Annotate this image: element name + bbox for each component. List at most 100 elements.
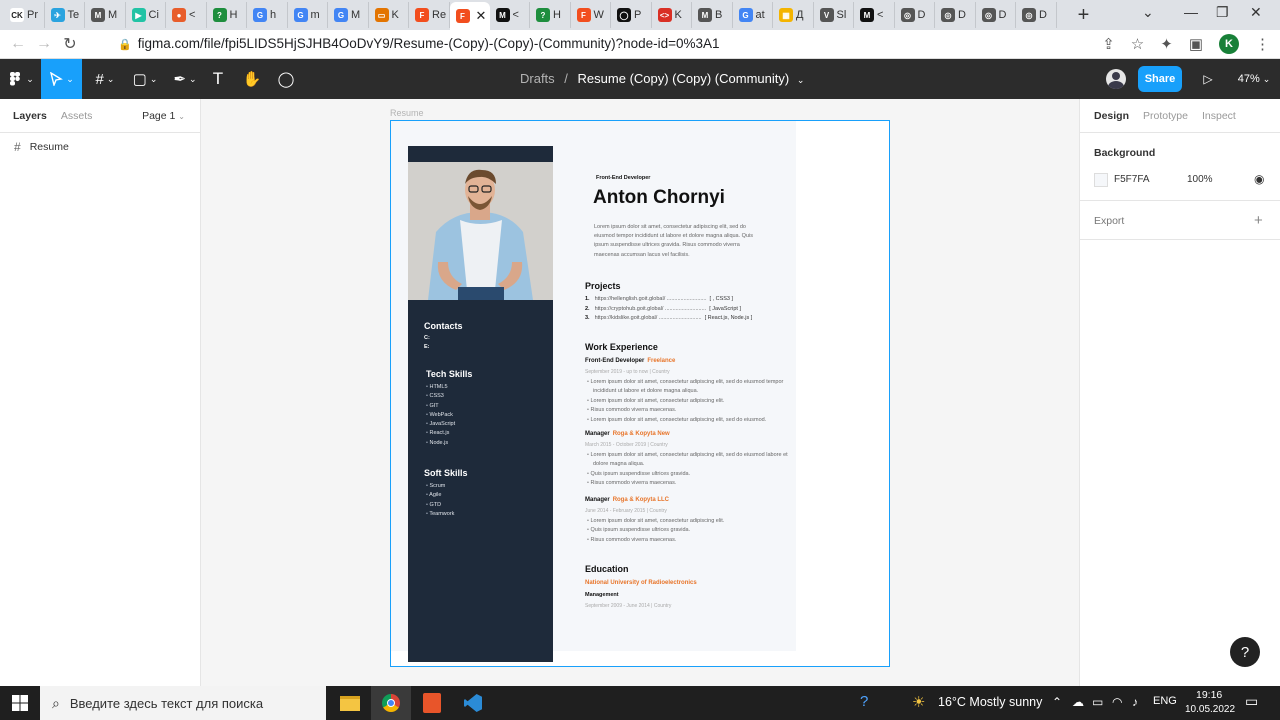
browser-menu-icon[interactable]: ⋮: [1255, 35, 1270, 53]
browser-tab[interactable]: ◎ D: [935, 2, 976, 28]
battery-icon[interactable]: ▭: [1092, 695, 1103, 709]
reload-icon[interactable]: ↻: [57, 34, 83, 54]
browser-tab[interactable]: ? H: [530, 2, 571, 28]
share-page-icon[interactable]: ⇪: [1102, 35, 1115, 53]
side-panel-icon[interactable]: ▣: [1189, 35, 1203, 53]
chrome-icon[interactable]: [371, 686, 411, 720]
chevron-down-icon[interactable]: ⌄: [797, 75, 805, 85]
taskbar-search[interactable]: ⌕ Введите здесь текст для поиска: [40, 686, 326, 720]
language-indicator[interactable]: ENG: [1153, 695, 1177, 707]
extensions-icon[interactable]: ✦: [1160, 35, 1173, 53]
zoom-menu[interactable]: 47% ⌄: [1234, 59, 1274, 99]
browser-tab[interactable]: GM: [328, 2, 369, 28]
browser-tab[interactable]: F ✕: [449, 2, 490, 30]
back-icon[interactable]: ←: [5, 35, 31, 53]
browser-tab[interactable]: ◎ D: [1016, 2, 1057, 28]
cloud-icon[interactable]: ☁: [1072, 695, 1084, 709]
browser-tab[interactable]: Gh: [247, 2, 288, 28]
tray-chevron-icon[interactable]: ⌃: [1052, 695, 1062, 709]
rectangle-tool-icon[interactable]: ▢ ⌄: [126, 59, 164, 99]
url-field[interactable]: 🔒 figma.com/file/fpi5LIDS5HjSJHB4OoDvY9/R…: [118, 36, 720, 51]
vscode-icon[interactable]: [453, 686, 493, 720]
tab-title: M: [351, 9, 361, 21]
comment-tool-icon[interactable]: ◯: [272, 59, 300, 99]
tab-design[interactable]: Design: [1094, 110, 1129, 122]
browser-tab[interactable]: <> K: [652, 2, 692, 28]
add-export-icon[interactable]: +: [1254, 212, 1263, 229]
browser-tab[interactable]: F Re: [409, 2, 450, 28]
tab-favicon-icon: ✈: [50, 8, 65, 22]
file-explorer-icon[interactable]: [330, 686, 370, 720]
bookmark-star-icon[interactable]: ☆: [1131, 35, 1144, 53]
browser-tab[interactable]: FW: [571, 2, 611, 28]
windows-start-icon[interactable]: [0, 686, 40, 720]
breadcrumb-drafts[interactable]: Drafts: [520, 71, 555, 86]
tab-layers[interactable]: Layers: [13, 110, 47, 122]
wifi-icon[interactable]: ◠: [1112, 695, 1122, 709]
browser-tab[interactable]: ◯ P: [611, 2, 652, 28]
tab-title: M: [108, 9, 118, 21]
weather-text[interactable]: 16°C Mostly sunny: [938, 695, 1042, 709]
browser-tab[interactable]: ● <: [166, 2, 207, 28]
close-window-icon[interactable]: ✕: [1250, 4, 1262, 21]
browser-tab[interactable]: V Sl: [814, 2, 854, 28]
browser-tab[interactable]: ▭ K: [369, 2, 409, 28]
volume-icon[interactable]: ♪: [1132, 695, 1138, 709]
background-hex-input[interactable]: F5F7FA: [1114, 174, 1150, 185]
browser-tab[interactable]: M <: [490, 2, 530, 28]
browser-tab[interactable]: Gm: [288, 2, 328, 28]
browser-tab[interactable]: ▶ Ci: [126, 2, 166, 28]
browser-tab[interactable]: ▦ Д: [773, 2, 814, 28]
browser-tab[interactable]: MM: [85, 2, 126, 28]
hand-tool-icon[interactable]: ✋: [238, 59, 266, 99]
figma-menu-icon[interactable]: ⌄: [0, 59, 41, 99]
help-button[interactable]: ?: [1230, 637, 1260, 667]
browser-tab[interactable]: CK Pr: [4, 2, 45, 28]
forward-icon[interactable]: →: [31, 35, 57, 53]
minimize-icon[interactable]: —: [1184, 4, 1198, 20]
resume-frame[interactable]: Contacts C: E: Tech Skills HTML5CSS3GITW…: [390, 120, 890, 667]
present-play-icon[interactable]: ▷: [1198, 59, 1218, 99]
project-link[interactable]: https://cryptohub.goit.global/ .........…: [595, 306, 707, 312]
frame-label[interactable]: Resume: [390, 108, 424, 118]
frame-tool-icon[interactable]: # ⌄: [86, 59, 124, 99]
background-swatch[interactable]: [1094, 173, 1108, 187]
browser-tab[interactable]: ? H: [207, 2, 247, 28]
clock-time[interactable]: 19:16: [1196, 689, 1222, 701]
background-opacity-input[interactable]: 100%: [1187, 174, 1213, 185]
project-link[interactable]: https://hellenglish.goit.global/ .......…: [595, 296, 707, 302]
user-avatar[interactable]: [1106, 69, 1126, 89]
browser-tab[interactable]: M <: [854, 2, 895, 28]
visibility-eye-icon[interactable]: ◉: [1254, 172, 1264, 186]
new-tab-button[interactable]: +: [1069, 4, 1099, 27]
weather-icon[interactable]: ☀: [912, 693, 925, 711]
browser-tab[interactable]: ◎ D: [976, 2, 1016, 28]
text-tool-icon[interactable]: T: [204, 59, 232, 99]
clock-date[interactable]: 10.05.2022: [1185, 704, 1235, 715]
profile-avatar[interactable]: K: [1219, 34, 1239, 54]
layer-item-resume[interactable]: # Resume: [14, 140, 69, 154]
browser-tab[interactable]: MB: [692, 2, 733, 28]
tab-favicon-icon: CK: [10, 8, 24, 22]
document-title[interactable]: Resume (Copy) (Copy) (Community): [578, 71, 790, 86]
tab-prototype[interactable]: Prototype: [1143, 110, 1188, 122]
canvas[interactable]: Resume Contacts C: E: Tech Skills • HTML…: [201, 99, 1079, 686]
tab-assets[interactable]: Assets: [61, 110, 93, 122]
office-app-icon[interactable]: [412, 686, 452, 720]
tab-inspect[interactable]: Inspect: [1202, 110, 1236, 122]
move-tool-icon[interactable]: ⌄: [41, 59, 82, 99]
pen-tool-icon[interactable]: ✒ ⌄: [166, 59, 204, 99]
tab-close-icon[interactable]: ✕: [476, 8, 487, 24]
browser-tab[interactable]: ◎ D: [895, 2, 935, 28]
help-tray-icon[interactable]: ?: [860, 693, 868, 710]
maximize-icon[interactable]: ❐: [1216, 4, 1229, 21]
tab-favicon-icon: ?: [536, 8, 550, 22]
tab-search-icon[interactable]: ⌄: [1142, 4, 1154, 21]
notifications-icon[interactable]: ▭: [1245, 693, 1258, 710]
project-link[interactable]: https://kidslike.goit.global/ ..........…: [595, 315, 702, 321]
share-button[interactable]: Share: [1138, 66, 1182, 92]
browser-tab[interactable]: ✈ Te: [45, 2, 85, 28]
browser-tab[interactable]: Gat: [733, 2, 773, 28]
background-heading: Background: [1094, 147, 1156, 159]
page-selector[interactable]: Page 1 ⌄: [142, 110, 185, 122]
